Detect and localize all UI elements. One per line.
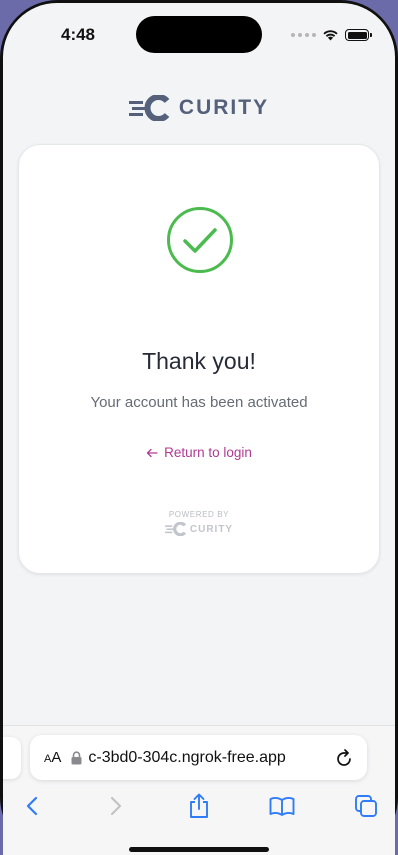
- arrow-left-icon: [146, 448, 158, 457]
- share-button[interactable]: [184, 792, 214, 820]
- return-to-login-link[interactable]: Return to login: [19, 445, 379, 460]
- activation-message: Your account has been activated: [90, 394, 308, 411]
- tabs-button[interactable]: [351, 792, 381, 820]
- reload-icon[interactable]: [336, 748, 353, 767]
- device-frame: 4:48 CURITY Thank you! Your account has …: [0, 0, 398, 855]
- curity-logo-icon: [128, 95, 170, 121]
- brand-name: CURITY: [178, 96, 270, 119]
- powered-by-brand-name: CURITY: [189, 523, 234, 535]
- battery-icon: [345, 29, 372, 41]
- share-icon: [190, 793, 208, 818]
- browser-toolbar: AA c-3bd0-304c.ngrok-free.app: [3, 725, 395, 855]
- curity-small-logo-icon: [164, 522, 186, 536]
- forward-icon: [110, 796, 122, 816]
- lock-icon: [71, 750, 82, 765]
- brand-header: CURITY: [3, 95, 395, 121]
- activation-card: Thank you! Your account has been activat…: [18, 144, 380, 574]
- powered-by-brand: CURITY: [164, 522, 234, 536]
- forward-button[interactable]: [101, 792, 131, 820]
- home-indicator: [129, 847, 269, 852]
- signal-icon: [291, 33, 316, 37]
- status-icons: [291, 28, 372, 42]
- dynamic-island: [136, 16, 262, 53]
- success-check-icon: [167, 207, 233, 273]
- screen: 4:48 CURITY Thank you! Your account has …: [3, 3, 395, 855]
- text-size-button[interactable]: AA: [44, 749, 61, 766]
- return-to-login-label: Return to login: [164, 445, 252, 460]
- bookmarks-button[interactable]: [267, 792, 297, 820]
- page-title: Thank you!: [142, 348, 256, 374]
- url-text[interactable]: c-3bd0-304c.ngrok-free.app: [88, 749, 336, 767]
- powered-by: POWERED BY CURITY: [19, 510, 379, 536]
- powered-by-label: POWERED BY: [168, 510, 230, 519]
- status-time: 4:48: [60, 25, 96, 44]
- back-button[interactable]: [17, 792, 47, 820]
- browser-nav-row: [3, 786, 395, 826]
- address-bar[interactable]: AA c-3bd0-304c.ngrok-free.app: [30, 735, 367, 780]
- back-icon: [26, 796, 38, 816]
- bookmarks-icon: [269, 797, 295, 816]
- tabs-icon: [355, 795, 377, 817]
- previous-tab-peek[interactable]: [3, 737, 21, 779]
- wifi-icon: [323, 30, 338, 41]
